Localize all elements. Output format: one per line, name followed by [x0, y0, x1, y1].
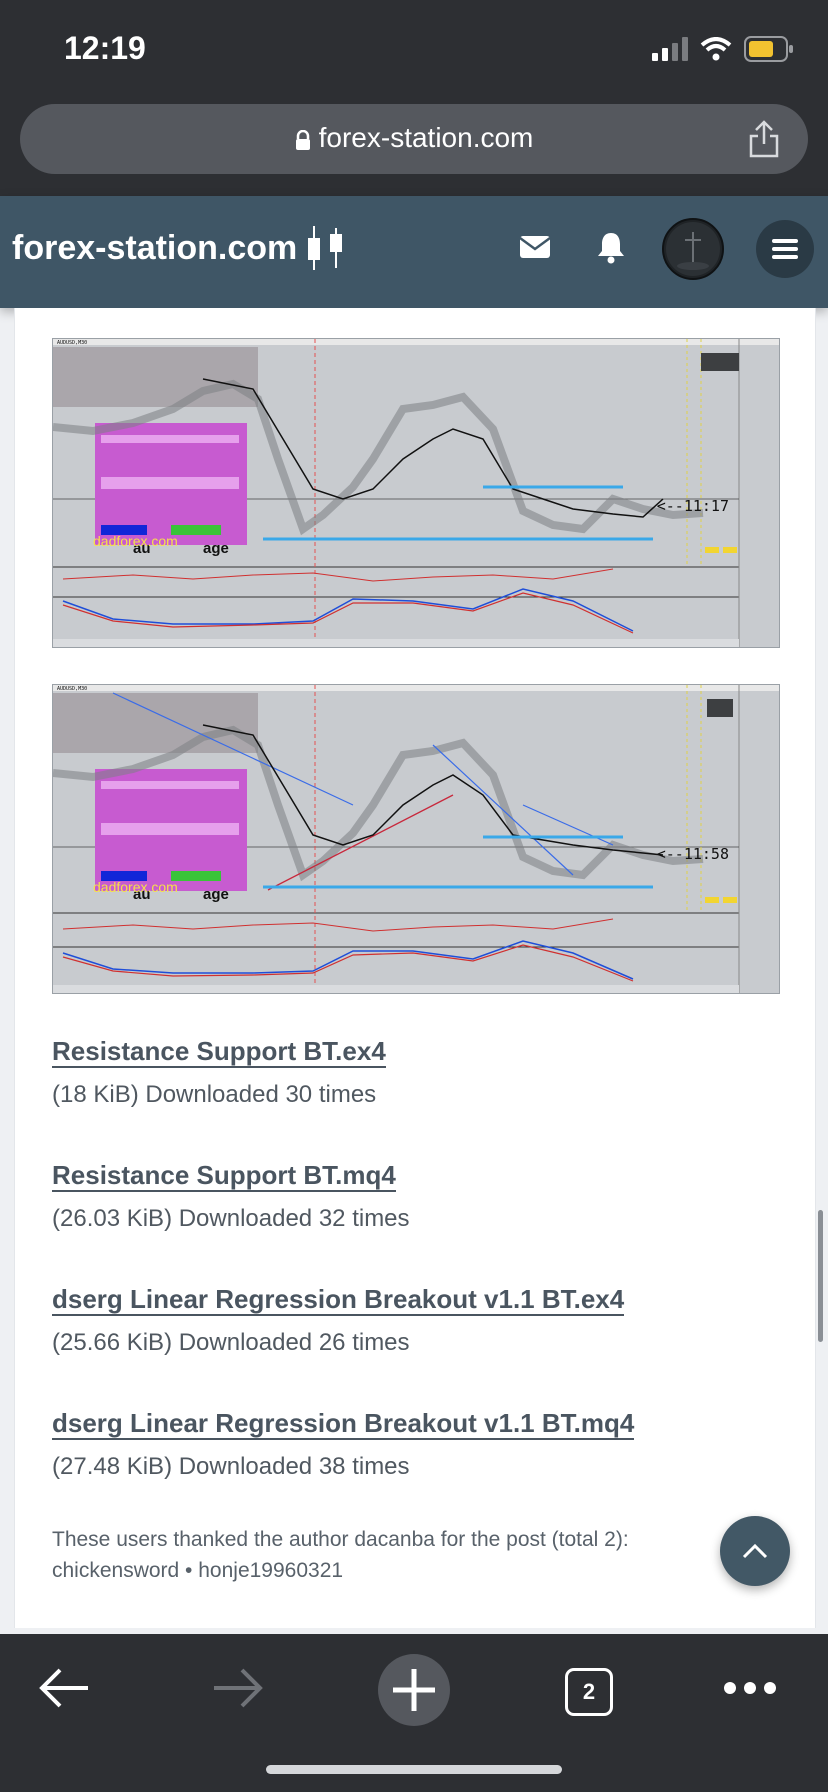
menu-button[interactable] — [756, 220, 814, 278]
attachment-4: dserg Linear Regression Breakout v1.1 BT… — [52, 1408, 635, 1481]
user-avatar[interactable] — [662, 218, 724, 280]
new-tab-button[interactable] — [378, 1654, 450, 1726]
address-bar[interactable]: forex-station.com — [20, 104, 808, 174]
attachment-4-link[interactable]: dserg Linear Regression Breakout v1.1 BT… — [52, 1408, 635, 1440]
svg-text:dadforex.com: dadforex.com — [93, 533, 178, 549]
attachment-4-meta: (27.48 KiB) Downloaded 38 times — [52, 1453, 410, 1480]
battery-icon — [744, 36, 793, 62]
status-icons — [652, 36, 794, 62]
thanks-line-1: These users thanked the author dacanba f… — [52, 1528, 629, 1551]
chart-1-symbol: AUDUSD,M30 — [57, 340, 87, 346]
thanks-users[interactable]: chickensword • honje19960321 — [52, 1555, 712, 1586]
attachment-3: dserg Linear Regression Breakout v1.1 BT… — [52, 1284, 625, 1357]
thanks-text: These users thanked the author dacanba f… — [52, 1524, 712, 1586]
mail-icon[interactable] — [518, 230, 552, 264]
back-arrow-icon[interactable] — [38, 1666, 90, 1710]
chart-2-graphic: AUDUSD,M30 au age dadforex.com — [53, 685, 779, 993]
more-options-icon[interactable] — [722, 1680, 778, 1696]
attachment-1-link[interactable]: Resistance Support BT.ex4 — [52, 1036, 386, 1068]
scroll-to-top-button[interactable] — [720, 1516, 790, 1586]
chart-1-graphic: AUDUSD,M30 au age dadforex.com — [53, 339, 779, 647]
status-bar: 12:19 — [0, 0, 828, 98]
attachment-3-link[interactable]: dserg Linear Regression Breakout v1.1 BT… — [52, 1284, 625, 1316]
svg-text:age: age — [203, 886, 229, 903]
avatar-image-icon — [666, 222, 720, 276]
page-scrollbar[interactable] — [818, 1210, 823, 1342]
chart-1-price-label: <--11:17 — [656, 497, 729, 515]
chart-image-2[interactable]: AUDUSD,M30 au age dadforex.com <--11:58 — [52, 684, 780, 994]
chevron-up-icon — [742, 1543, 768, 1559]
status-time: 12:19 — [64, 30, 146, 66]
site-header: forex-station.com — [0, 196, 828, 308]
tab-count: 2 — [582, 1679, 596, 1704]
attachment-2-meta: (26.03 KiB) Downloaded 32 times — [52, 1205, 410, 1232]
attachment-1: Resistance Support BT.ex4 (18 KiB) Downl… — [52, 1036, 386, 1109]
share-icon[interactable] — [748, 120, 780, 158]
bell-icon[interactable] — [594, 230, 628, 264]
site-logo-text: forex-station.com — [12, 228, 298, 267]
attachment-2: Resistance Support BT.mq4 (26.03 KiB) Do… — [52, 1160, 410, 1233]
attachment-2-link[interactable]: Resistance Support BT.mq4 — [52, 1160, 396, 1192]
forward-arrow-icon[interactable] — [212, 1666, 264, 1710]
svg-text:age: age — [203, 540, 229, 557]
plus-icon — [393, 1669, 435, 1711]
home-indicator — [266, 1765, 562, 1774]
svg-text:dadforex.com: dadforex.com — [93, 879, 178, 895]
cellular-signal-icon — [652, 37, 688, 61]
chart-image-1[interactable]: AUDUSD,M30 au age dadforex.com <--11:17 — [52, 338, 780, 648]
browser-toolbar: forex-station.com — [0, 98, 828, 196]
site-logo[interactable]: forex-station.com — [12, 224, 347, 272]
wifi-icon — [700, 37, 732, 61]
tab-count-button[interactable]: 2 — [565, 1668, 613, 1716]
hamburger-icon — [772, 239, 798, 259]
url-display[interactable]: forex-station.com — [20, 122, 808, 154]
attachment-3-meta: (25.66 KiB) Downloaded 26 times — [52, 1329, 410, 1356]
chart-2-symbol: AUDUSD,M30 — [57, 686, 87, 692]
attachment-1-meta: (18 KiB) Downloaded 30 times — [52, 1081, 377, 1108]
candlestick-logo-icon — [308, 226, 343, 270]
url-text: forex-station.com — [318, 122, 534, 153]
chart-2-price-label: <--11:58 — [656, 845, 729, 863]
lock-icon — [295, 129, 310, 150]
